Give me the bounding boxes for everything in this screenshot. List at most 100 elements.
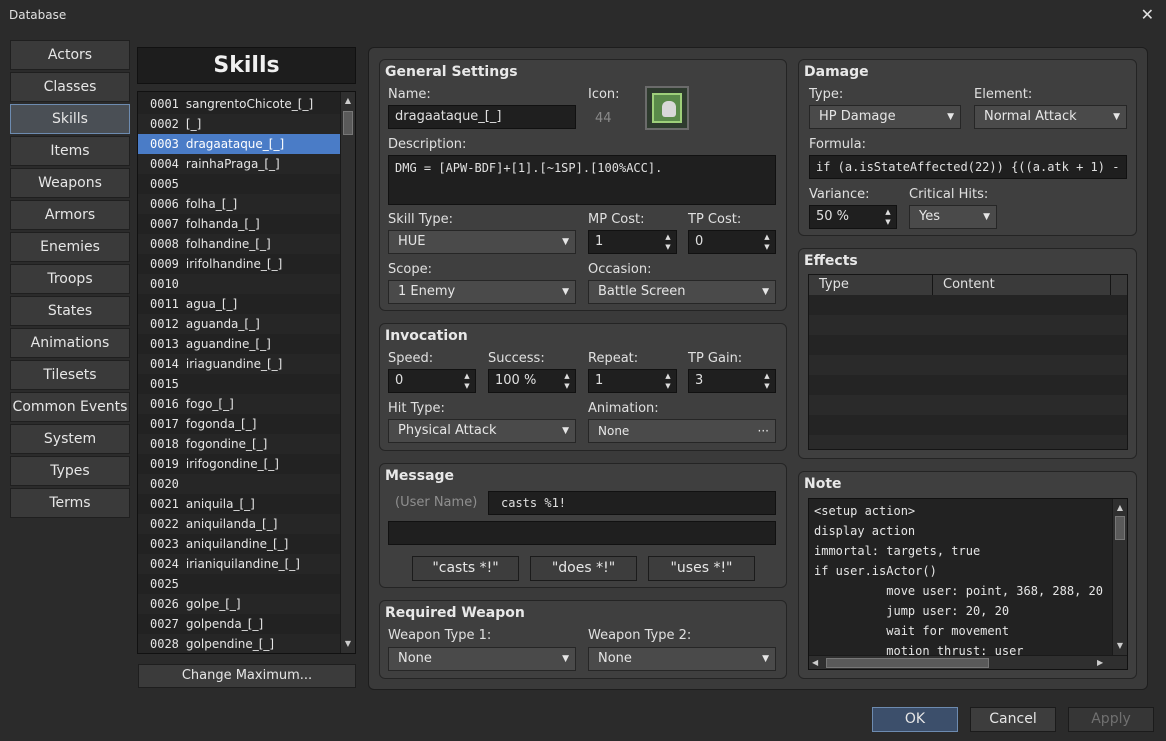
effects-table[interactable]: Type Content: [808, 274, 1128, 450]
list-item[interactable]: 0017 fogonda_[_]: [138, 414, 341, 434]
note-hscrollbar[interactable]: ◀ ▶: [809, 655, 1127, 669]
spin-arrows-icon[interactable]: ▲ ▼: [762, 232, 772, 252]
category-troops[interactable]: Troops: [10, 264, 130, 294]
repeat-spinner[interactable]: 1 ▲ ▼: [588, 369, 677, 393]
category-common-events[interactable]: Common Events: [10, 392, 130, 422]
list-item[interactable]: 0023 aniquilandine_[_]: [138, 534, 341, 554]
list-item[interactable]: 0009 irifolhandine_[_]: [138, 254, 341, 274]
mp-cost-spinner[interactable]: 1 ▲ ▼: [588, 230, 677, 254]
list-item[interactable]: 0027 golpenda_[_]: [138, 614, 341, 634]
category-enemies[interactable]: Enemies: [10, 232, 130, 262]
category-armors[interactable]: Armors: [10, 200, 130, 230]
category-tilesets[interactable]: Tilesets: [10, 360, 130, 390]
spin-arrows-icon[interactable]: ▲ ▼: [883, 207, 893, 227]
list-item[interactable]: 0014 iriaguandine_[_]: [138, 354, 341, 374]
weapon-type1-select[interactable]: None ▼: [388, 647, 576, 671]
scroll-thumb[interactable]: [343, 111, 353, 135]
effects-col-content[interactable]: Content: [933, 275, 1111, 295]
list-item[interactable]: 0002 [_]: [138, 114, 341, 134]
category-skills[interactable]: Skills: [10, 104, 130, 134]
ok-button[interactable]: OK: [872, 707, 958, 732]
table-row[interactable]: [809, 335, 1127, 355]
success-spinner[interactable]: 100 % ▲ ▼: [488, 369, 576, 393]
cancel-button[interactable]: Cancel: [970, 707, 1056, 732]
list-item[interactable]: 0026 golpe_[_]: [138, 594, 341, 614]
skill-type-select[interactable]: HUE ▼: [388, 230, 576, 254]
list-item[interactable]: 0006 folha_[_]: [138, 194, 341, 214]
list-item[interactable]: 0028 golpendine_[_]: [138, 634, 341, 653]
category-types[interactable]: Types: [10, 456, 130, 486]
scroll-left-icon[interactable]: ◀: [812, 656, 818, 669]
category-system[interactable]: System: [10, 424, 130, 454]
spin-arrows-icon[interactable]: ▲ ▼: [562, 371, 572, 391]
table-row[interactable]: [809, 295, 1127, 315]
skill-list[interactable]: 0028 golpendine_[_] 0027 golpenda_[_] 0026 go…: [137, 91, 356, 654]
list-item[interactable]: 0005: [138, 174, 341, 194]
category-weapons[interactable]: Weapons: [10, 168, 130, 198]
scroll-up-icon[interactable]: ▲: [341, 94, 355, 108]
speed-spinner[interactable]: 0 ▲ ▼: [388, 369, 476, 393]
element-select[interactable]: Normal Attack ▼: [974, 105, 1127, 129]
change-maximum-button[interactable]: Change Maximum...: [138, 664, 356, 688]
skill-list-scrollbar[interactable]: ▲ ▼: [340, 92, 355, 653]
list-item[interactable]: 0019 irifogondine_[_]: [138, 454, 341, 474]
scroll-thumb[interactable]: [826, 658, 989, 668]
table-row[interactable]: [809, 355, 1127, 375]
spin-arrows-icon[interactable]: ▲ ▼: [462, 371, 472, 391]
list-item[interactable]: 0013 aguandine_[_]: [138, 334, 341, 354]
scroll-right-icon[interactable]: ▶: [1097, 656, 1103, 669]
description-field[interactable]: DMG = [APW-BDF]+[1].[~1SP].[100%ACC].: [388, 155, 776, 205]
spin-arrows-icon[interactable]: ▲ ▼: [663, 232, 673, 252]
table-row[interactable]: [809, 415, 1127, 435]
category-animations[interactable]: Animations: [10, 328, 130, 358]
scroll-thumb[interactable]: [1115, 516, 1125, 540]
message-line2-field[interactable]: [388, 521, 776, 545]
note-textarea[interactable]: motion thrust: user wait for movement ju…: [808, 498, 1128, 670]
table-row[interactable]: [809, 375, 1127, 395]
list-item[interactable]: 0015: [138, 374, 341, 394]
spin-arrows-icon[interactable]: ▲ ▼: [663, 371, 673, 391]
does-template-button[interactable]: "does *!": [530, 556, 637, 581]
tp-gain-spinner[interactable]: 3 ▲ ▼: [688, 369, 776, 393]
list-item[interactable]: 0018 fogondine_[_]: [138, 434, 341, 454]
damage-type-select[interactable]: HP Damage ▼: [809, 105, 961, 129]
variance-spinner[interactable]: 50 % ▲ ▼: [809, 205, 897, 229]
list-item[interactable]: 0003 dragaataque_[_]: [138, 134, 341, 154]
scope-select[interactable]: 1 Enemy ▼: [388, 280, 576, 304]
list-item[interactable]: 0008 folhandine_[_]: [138, 234, 341, 254]
list-item[interactable]: 0010: [138, 274, 341, 294]
list-item[interactable]: 0004 rainhaPraga_[_]: [138, 154, 341, 174]
ellipsis-icon[interactable]: ···: [758, 420, 769, 442]
category-states[interactable]: States: [10, 296, 130, 326]
category-classes[interactable]: Classes: [10, 72, 130, 102]
formula-field[interactable]: if (a.isStateAffected(22)) {((a.atk + 1)…: [809, 155, 1127, 179]
spin-arrows-icon[interactable]: ▲ ▼: [762, 371, 772, 391]
scroll-down-icon[interactable]: ▼: [341, 637, 355, 651]
list-item[interactable]: 0024 irianiquilandine_[_]: [138, 554, 341, 574]
animation-picker[interactable]: None ···: [588, 419, 776, 443]
table-row[interactable]: [809, 315, 1127, 335]
name-field[interactable]: dragaataque_[_]: [388, 105, 576, 129]
list-item[interactable]: 0021 aniquila_[_]: [138, 494, 341, 514]
table-row[interactable]: [809, 435, 1127, 449]
category-items[interactable]: Items: [10, 136, 130, 166]
occasion-select[interactable]: Battle Screen ▼: [588, 280, 776, 304]
list-item[interactable]: 0020: [138, 474, 341, 494]
list-item[interactable]: 0022 aniquilanda_[_]: [138, 514, 341, 534]
category-actors[interactable]: Actors: [10, 40, 130, 70]
message-line1-field[interactable]: casts %1!: [488, 491, 776, 515]
category-terms[interactable]: Terms: [10, 488, 130, 518]
weapon-type2-select[interactable]: None ▼: [588, 647, 776, 671]
close-icon[interactable]: ✕: [1141, 5, 1154, 24]
list-item[interactable]: 0001 sangrentoChicote_[_]: [138, 94, 341, 114]
list-item[interactable]: 0012 aguanda_[_]: [138, 314, 341, 334]
effects-col-type[interactable]: Type: [809, 275, 933, 295]
skill-icon-picker[interactable]: [645, 86, 689, 130]
note-vscrollbar[interactable]: ▲ ▼: [1112, 499, 1127, 655]
list-item[interactable]: 0025: [138, 574, 341, 594]
list-item[interactable]: 0011 agua_[_]: [138, 294, 341, 314]
table-row[interactable]: [809, 395, 1127, 415]
scroll-down-icon[interactable]: ▼: [1113, 639, 1127, 653]
list-item[interactable]: 0016 fogo_[_]: [138, 394, 341, 414]
apply-button[interactable]: Apply: [1068, 707, 1154, 732]
